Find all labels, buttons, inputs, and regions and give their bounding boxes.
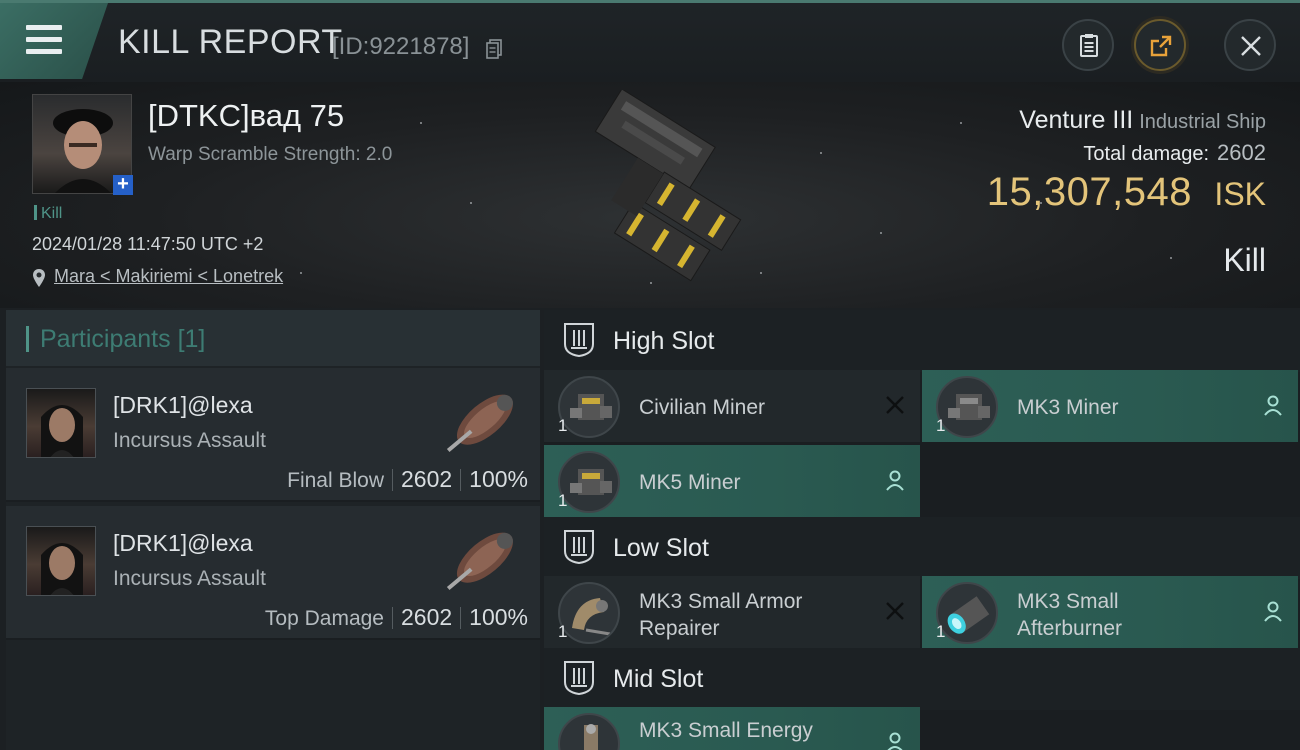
hamburger-icon [26, 25, 62, 55]
fitting-panel: High Slot 1 Civilian Miner 1 MK3 Miner 1… [544, 310, 1300, 750]
slot-label: High Slot [613, 327, 715, 355]
participant-role: Final Blow [287, 469, 384, 492]
participant-ship: Incursus Assault [113, 567, 266, 590]
participant-percent: 100% [469, 604, 528, 630]
kill-report-screen: KILL REPORT [ID:9221878] + [DTKC]вад 75 … [0, 0, 1300, 750]
module-item[interactable]: 1 MK3 Small Armor Repairer [544, 576, 920, 648]
isk-value: 15,307,548 [986, 170, 1192, 214]
energy-module-icon [558, 713, 620, 750]
location-pin-icon [33, 269, 45, 287]
person-icon [886, 470, 904, 491]
page-title: KILL REPORT [118, 23, 343, 61]
report-result: Kill [1223, 242, 1266, 278]
add-contact-icon[interactable]: + [113, 174, 133, 195]
module-quantity: 1 [558, 491, 568, 510]
participants-header: Participants [1] [6, 310, 540, 366]
mid-slot-header: Mid Slot [544, 648, 1300, 710]
participant-stats: Final Blow 2602 100% [287, 466, 528, 493]
module-name: MK3 Small Armor Repairer [639, 590, 803, 640]
slot-label: Low Slot [613, 534, 709, 562]
participant-row[interactable]: [DRK1]@lexa Incursus Assault Final Blow 2… [6, 368, 540, 502]
victim-name[interactable]: [DTKC]вад 75 [148, 98, 344, 134]
close-button[interactable] [1224, 19, 1276, 71]
ship-name[interactable]: Venture III Industrial Ship [1019, 106, 1266, 135]
copy-icon[interactable] [486, 39, 502, 59]
module-item[interactable]: 1 MK5 Miner [544, 445, 920, 517]
top-bar: KILL REPORT [ID:9221878] [0, 0, 1300, 82]
close-icon [1241, 36, 1261, 56]
clipboard-button[interactable] [1062, 19, 1114, 71]
shield-slot-icon [564, 530, 594, 565]
participant-ship: Incursus Assault [113, 429, 266, 452]
low-slot-header: Low Slot [544, 517, 1300, 579]
total-damage: Total damage: 2602 [1083, 140, 1266, 166]
module-item[interactable]: 1 MK3 Miner [922, 370, 1298, 442]
share-button[interactable] [1134, 19, 1186, 71]
high-slot-header: High Slot [544, 310, 1300, 372]
person-icon [1264, 395, 1282, 416]
module-name: Civilian Miner [639, 396, 766, 419]
module-quantity: 1 [936, 622, 946, 641]
kill-tag: Kill [34, 205, 62, 223]
menu-button[interactable] [0, 3, 108, 79]
participants-title: Participants [1] [40, 325, 206, 353]
participant-name[interactable]: [DRK1]@lexa [113, 392, 253, 419]
participant-damage: 2602 [401, 604, 453, 630]
ship-render [594, 90, 742, 282]
report-id: [ID:9221878] [332, 33, 470, 60]
location-link[interactable]: Mara < Makiriemi < Lonetrek [54, 266, 283, 286]
module-name: MK3 Small Afterburner [1017, 590, 1123, 640]
participant-portrait[interactable] [26, 388, 96, 458]
participants-panel: Participants [1] [DRK1]@lexa Incursus As… [6, 310, 540, 750]
participant-role: Top Damage [264, 607, 384, 630]
ship-name-text: Venture III [1019, 106, 1134, 134]
shield-slot-icon [564, 661, 594, 696]
participant-portrait[interactable] [26, 526, 96, 596]
share-icon [1150, 35, 1172, 57]
participant-damage: 2602 [401, 466, 453, 492]
ship-thumbnail [446, 394, 513, 453]
module-quantity: 1 [558, 622, 568, 641]
ship-thumbnail [446, 532, 513, 591]
victim-panel: + [DTKC]вад 75 Warp Scramble Strength: 2… [0, 82, 1300, 308]
module-name: MK5 Miner [639, 471, 741, 494]
module-quantity: 1 [558, 416, 568, 435]
participant-name[interactable]: [DRK1]@lexa [113, 530, 253, 557]
total-damage-label: Total damage: [1083, 143, 1210, 165]
x-icon [886, 396, 904, 414]
clipboard-icon [1080, 34, 1098, 57]
module-item[interactable]: 1 MK3 Small Energy [544, 707, 920, 750]
participant-stats: Top Damage 2602 100% [265, 604, 528, 631]
x-icon [886, 602, 904, 620]
module-item[interactable]: 1 Civilian Miner [544, 370, 920, 442]
module-name: MK3 Small Energy [639, 719, 813, 742]
module-name: MK3 Miner [1017, 396, 1119, 419]
isk-unit: ISK [1214, 176, 1266, 212]
participant-percent: 100% [469, 466, 528, 492]
warp-scramble-strength: Warp Scramble Strength: 2.0 [148, 144, 393, 165]
slot-label: Mid Slot [613, 665, 704, 693]
person-icon [887, 732, 903, 750]
shield-slot-icon [564, 323, 594, 358]
total-damage-value: 2602 [1217, 140, 1266, 165]
module-quantity: 1 [936, 416, 946, 435]
kill-timestamp: 2024/01/28 11:47:50 UTC +2 [32, 234, 264, 254]
participant-row[interactable]: [DRK1]@lexa Incursus Assault Top Damage 2… [6, 506, 540, 640]
ship-class: Industrial Ship [1139, 111, 1266, 133]
module-item[interactable]: 1 MK3 Small Afterburner [922, 576, 1298, 648]
kill-location[interactable]: Mara < Makiriemi < Lonetrek [32, 266, 283, 287]
person-icon [1264, 601, 1282, 622]
